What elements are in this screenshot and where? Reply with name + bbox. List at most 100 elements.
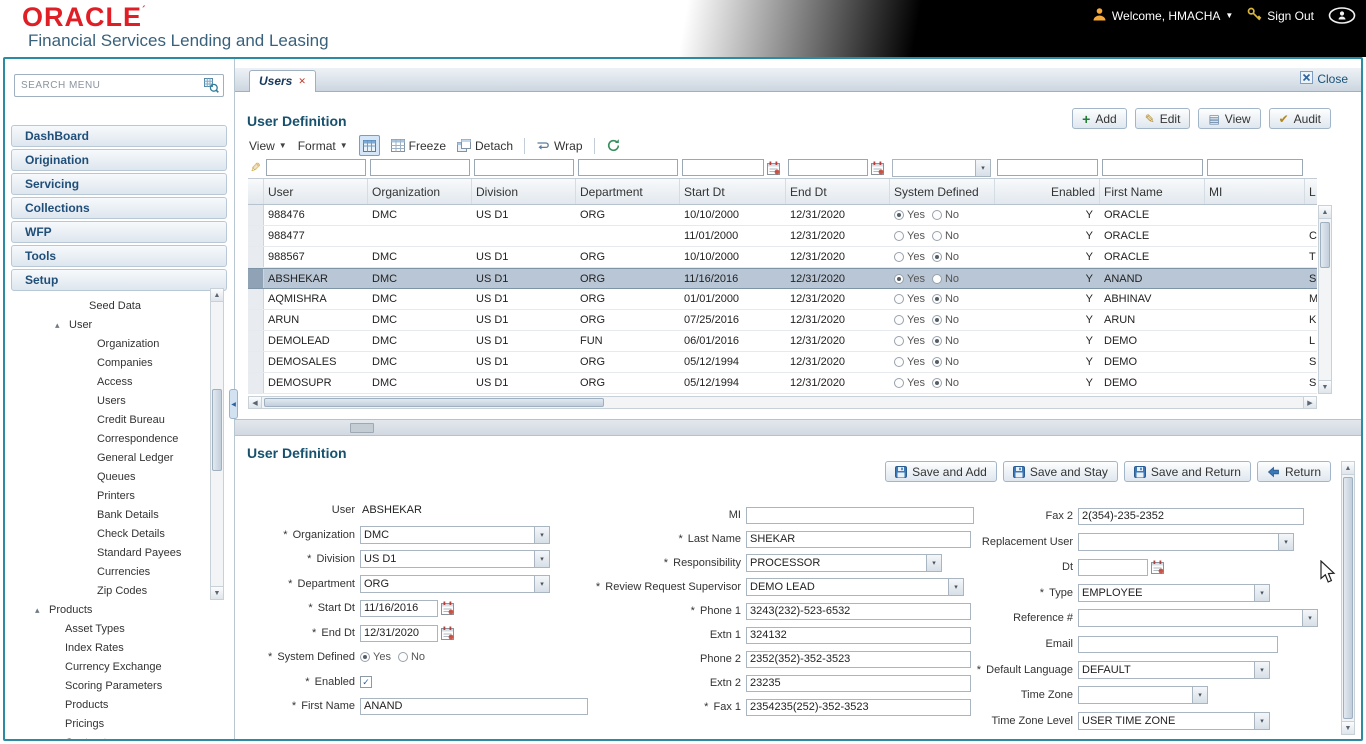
sidebar-item-setup[interactable]: Setup: [11, 269, 227, 291]
scroll-up-arrow[interactable]: ▲: [1319, 206, 1331, 219]
tree-item-currencies[interactable]: Currencies: [5, 563, 209, 582]
sidebar-item-origination[interactable]: Origination: [11, 149, 227, 171]
scroll-down-arrow[interactable]: ▼: [1342, 721, 1354, 734]
sidebar-item-servicing[interactable]: Servicing: [11, 173, 227, 195]
menu-search-box[interactable]: [14, 74, 224, 97]
tree-item-products[interactable]: Products: [5, 696, 209, 715]
detail-vertical-scrollbar[interactable]: ▲ ▼: [1341, 461, 1355, 735]
email-input[interactable]: [1078, 635, 1278, 653]
scroll-up-arrow[interactable]: ▲: [211, 289, 223, 302]
chevron-down-icon[interactable]: ▾: [534, 527, 549, 543]
chevron-down-icon[interactable]: ▾: [1254, 585, 1269, 601]
field-label-text: Enabled: [314, 676, 355, 688]
tree-item-label: General Ledger: [97, 452, 174, 464]
chevron-down-icon[interactable]: ▾: [1254, 713, 1269, 729]
time-zone-select[interactable]: ▾: [1078, 686, 1208, 704]
required-indicator: *: [312, 627, 320, 639]
scroll-down-arrow[interactable]: ▼: [211, 586, 223, 599]
tree-item-pricings[interactable]: Pricings: [5, 715, 209, 734]
fax-2-input[interactable]: [1078, 507, 1304, 525]
scrollbar-thumb[interactable]: [1343, 477, 1353, 719]
tree-item-index-rates[interactable]: Index Rates: [5, 639, 209, 658]
tree-collapse-icon[interactable]: ▴: [35, 601, 49, 620]
chevron-down-icon[interactable]: ▾: [1278, 534, 1293, 550]
default-language-select[interactable]: DEFAULT ▾: [1078, 661, 1270, 679]
session-user-badge[interactable]: [1328, 7, 1356, 24]
tree-item-printers[interactable]: Printers: [5, 487, 209, 506]
field-label: User: [242, 504, 360, 516]
sidebar-item-collections[interactable]: Collections: [11, 197, 227, 219]
tree-node-products[interactable]: ▴ Products: [5, 601, 209, 620]
review-request-supervisor-select[interactable]: DEMO LEAD ▾: [746, 578, 964, 596]
phone-2-input[interactable]: [746, 650, 971, 668]
field-label-text: Responsibility: [673, 557, 741, 569]
tree-item-credit-bureau[interactable]: Credit Bureau: [5, 411, 209, 430]
organization-select[interactable]: DMC ▾: [360, 526, 550, 544]
table-vertical-scrollbar[interactable]: ▲ ▼: [1318, 205, 1332, 394]
sidebar-item-tools[interactable]: Tools: [11, 245, 227, 267]
sidebar-item-dashboard[interactable]: DashBoard: [11, 125, 227, 147]
first-name-input[interactable]: [360, 697, 588, 715]
type-select[interactable]: EMPLOYEE ▾: [1078, 584, 1270, 602]
time-zone-level-select[interactable]: USER TIME ZONE ▾: [1078, 712, 1270, 730]
tree-item-zip-codes[interactable]: Zip Codes: [5, 582, 209, 601]
tree-item-check-details[interactable]: Check Details: [5, 525, 209, 544]
fax-1-input[interactable]: [746, 698, 971, 716]
chevron-down-icon[interactable]: ▾: [534, 576, 549, 592]
tree-item-currency-exchange[interactable]: Currency Exchange: [5, 658, 209, 677]
tree-collapse-icon[interactable]: ▴: [55, 316, 69, 335]
chevron-down-icon[interactable]: ▾: [1192, 687, 1207, 703]
enabled-checkbox[interactable]: ✓: [360, 676, 372, 688]
scroll-up-arrow[interactable]: ▲: [1342, 462, 1354, 475]
search-input[interactable]: [15, 75, 204, 96]
search-icon[interactable]: [204, 78, 219, 93]
sign-out-button[interactable]: Sign Out: [1247, 7, 1314, 24]
department-select[interactable]: ORG ▾: [360, 575, 550, 593]
system-defined-no-radio[interactable]: [397, 652, 408, 662]
tree-node-seed-data[interactable]: Seed Data: [5, 297, 209, 316]
calendar-icon[interactable]: [1151, 560, 1164, 574]
tree-item-correspondence[interactable]: Correspondence: [5, 430, 209, 449]
scrollbar-thumb[interactable]: [1320, 222, 1330, 268]
chevron-down-icon[interactable]: ▾: [1302, 610, 1317, 626]
tree-item-companies[interactable]: Companies: [5, 354, 209, 373]
extn-1-input[interactable]: [746, 626, 971, 644]
sidebar-collapse-handle[interactable]: ◀: [229, 389, 238, 419]
tree-item-general-ledger[interactable]: General Ledger: [5, 449, 209, 468]
detail-form: User ABSHEKAR * Organization DMC ▾ * Division…: [235, 59, 1361, 739]
sidebar-item-wfp[interactable]: WFP: [11, 221, 227, 243]
tree-node-user[interactable]: ▴ User: [5, 316, 209, 335]
tree-item-contract[interactable]: Contract: [5, 734, 209, 739]
last-name-input[interactable]: [746, 530, 971, 548]
extn-2-input[interactable]: [746, 674, 971, 692]
sidebar-scrollbar[interactable]: ▲ ▼: [210, 288, 224, 600]
chevron-down-icon[interactable]: ▾: [534, 551, 549, 567]
system-defined-yes-radio[interactable]: [360, 652, 370, 662]
tree-item-queues[interactable]: Queues: [5, 468, 209, 487]
replacement-user-select[interactable]: ▾: [1078, 533, 1294, 551]
calendar-icon[interactable]: [441, 626, 454, 640]
scrollbar-thumb[interactable]: [212, 389, 222, 471]
calendar-icon[interactable]: [441, 601, 454, 615]
tree-item-users[interactable]: Users: [5, 392, 209, 411]
chevron-down-icon[interactable]: ▾: [1254, 662, 1269, 678]
tree-item-scoring-parameters[interactable]: Scoring Parameters: [5, 677, 209, 696]
field-label: * Organization: [242, 529, 360, 541]
start-dt-input[interactable]: [360, 599, 438, 617]
chevron-down-icon[interactable]: ▾: [926, 555, 941, 571]
division-select[interactable]: US D1 ▾: [360, 550, 550, 568]
welcome-menu[interactable]: Welcome, HMACHA ▼: [1092, 7, 1233, 24]
tree-item-organization[interactable]: Organization: [5, 335, 209, 354]
responsibility-select[interactable]: PROCESSOR ▾: [746, 554, 942, 572]
tree-item-asset-types[interactable]: Asset Types: [5, 620, 209, 639]
dt-input[interactable]: [1078, 558, 1148, 576]
tree-item-access[interactable]: Access: [5, 373, 209, 392]
reference-select[interactable]: ▾: [1078, 609, 1318, 627]
phone-1-input[interactable]: [746, 602, 971, 620]
end-dt-input[interactable]: [360, 624, 438, 642]
chevron-down-icon: ▼: [1225, 11, 1234, 20]
tree-item-standard-payees[interactable]: Standard Payees: [5, 544, 209, 563]
tree-item-bank-details[interactable]: Bank Details: [5, 506, 209, 525]
close-button[interactable]: Close: [1300, 71, 1348, 87]
scroll-down-arrow[interactable]: ▼: [1319, 380, 1331, 393]
